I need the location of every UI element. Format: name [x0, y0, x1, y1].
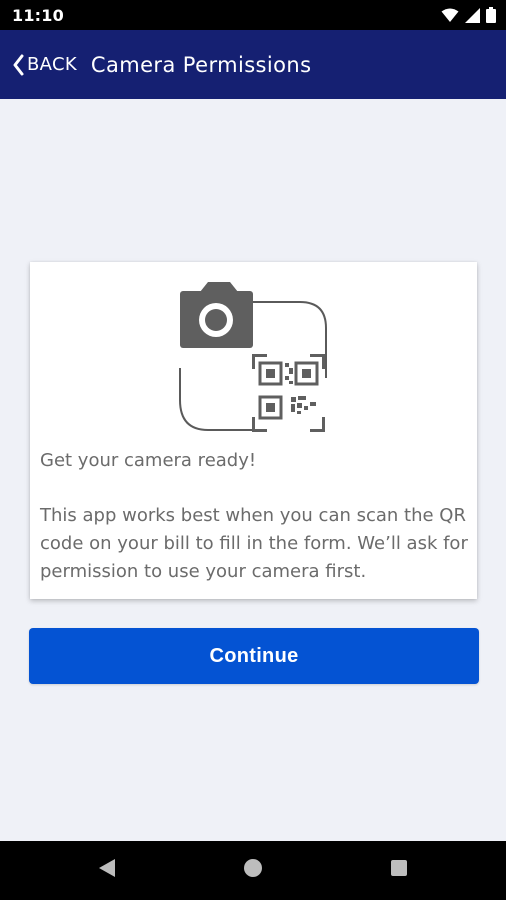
continue-button[interactable]: Continue	[29, 628, 479, 684]
card-body-text: This app works best when you can scan th…	[40, 505, 468, 582]
nav-recents-button[interactable]	[369, 841, 429, 900]
page-title: Camera Permissions	[90, 52, 312, 77]
qr-code-icon	[252, 354, 325, 432]
battery-icon	[486, 7, 496, 23]
back-button[interactable]: BACK	[0, 30, 91, 99]
system-nav-bar	[0, 841, 506, 900]
camera-qr-illustration	[178, 280, 330, 434]
cellular-signal-icon	[465, 7, 480, 23]
chevron-left-icon	[12, 54, 27, 76]
wifi-icon	[441, 8, 459, 23]
nav-recents-icon	[389, 858, 409, 883]
status-icons	[441, 7, 496, 23]
nav-home-button[interactable]	[223, 841, 283, 900]
permission-card: Get your camera ready! This app works be…	[30, 262, 477, 599]
status-time: 11:10	[12, 5, 64, 25]
camera-icon	[180, 282, 253, 348]
app-bar: BACK Camera Permissions	[0, 30, 506, 99]
nav-home-icon	[243, 858, 263, 883]
card-heading: Get your camera ready!	[40, 450, 257, 471]
continue-label: Continue	[209, 644, 299, 667]
nav-back-button[interactable]	[77, 841, 137, 900]
nav-back-icon	[97, 858, 117, 883]
status-bar: 11:10	[0, 0, 506, 30]
back-label: BACK	[27, 54, 77, 75]
